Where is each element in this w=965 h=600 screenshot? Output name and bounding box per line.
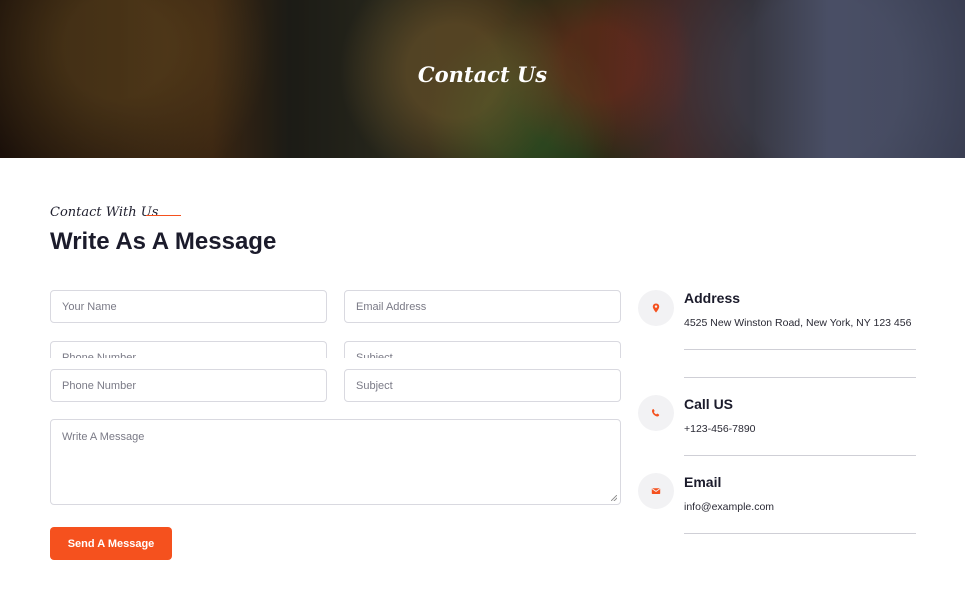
call-value: +123-456-7890: [684, 423, 756, 435]
call-title: Call US: [684, 396, 734, 412]
phone-input-ghost: Phone Number: [50, 341, 327, 358]
section-subtitle: Contact With Us: [50, 205, 159, 220]
phone-ghost-placeholder: Phone Number: [62, 352, 136, 358]
phone-icon: [638, 395, 674, 431]
call-divider: [684, 455, 916, 456]
email-value: info@example.com: [684, 501, 775, 513]
location-pin-icon: [638, 290, 674, 326]
name-input-placeholder: Your Name: [62, 300, 117, 313]
address-value: 4525 New Winston Road, New York, NY 123 …: [684, 317, 912, 329]
email-divider: [684, 533, 916, 534]
section-heading: Write As A Message: [50, 228, 277, 255]
resize-handle-icon[interactable]: [611, 495, 617, 501]
email-input-placeholder: Email Address: [356, 300, 427, 313]
subject-ghost-placeholder: Subject: [356, 352, 393, 358]
hero-banner: Contact Us: [0, 0, 965, 158]
call-top-divider: [684, 377, 916, 378]
subject-input-placeholder: Subject: [356, 379, 393, 392]
message-textarea[interactable]: Write A Message: [50, 419, 621, 505]
phone-input-placeholder: Phone Number: [62, 379, 136, 392]
subject-input[interactable]: Subject: [344, 369, 621, 402]
subject-input-ghost: Subject: [344, 341, 621, 358]
name-input[interactable]: Your Name: [50, 290, 327, 323]
phone-input[interactable]: Phone Number: [50, 369, 327, 402]
subtitle-accent-line: [146, 215, 181, 216]
email-title: Email: [684, 474, 722, 490]
address-divider: [684, 349, 916, 350]
hero-title: Contact Us: [417, 62, 548, 87]
envelope-icon: [638, 473, 674, 509]
email-input[interactable]: Email Address: [344, 290, 621, 323]
message-textarea-placeholder: Write A Message: [62, 431, 145, 443]
send-message-button[interactable]: Send A Message: [50, 527, 172, 560]
address-title: Address: [684, 290, 741, 306]
